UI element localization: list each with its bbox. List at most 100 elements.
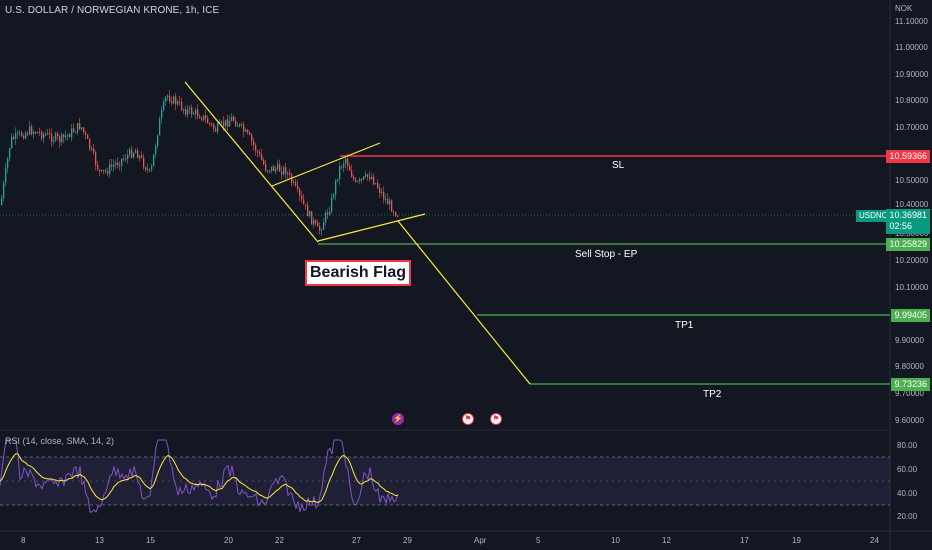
price-label: 11.00000 bbox=[895, 43, 928, 52]
candle-body bbox=[109, 164, 111, 174]
candle-body bbox=[147, 169, 149, 171]
candle-body bbox=[317, 222, 319, 227]
candle-body bbox=[193, 113, 195, 115]
candle-body bbox=[323, 222, 325, 230]
candle-body bbox=[295, 181, 297, 186]
candle-body bbox=[353, 177, 355, 180]
candle-body bbox=[47, 133, 49, 135]
candle-body bbox=[53, 140, 55, 142]
candle-body bbox=[1, 198, 3, 205]
candle-body bbox=[233, 116, 235, 121]
candle-body bbox=[37, 131, 39, 134]
candle-body bbox=[327, 212, 329, 215]
candle-body bbox=[303, 199, 305, 205]
candle-body bbox=[391, 200, 393, 212]
candle-body bbox=[385, 198, 387, 200]
candle-body bbox=[181, 101, 183, 110]
candle-body bbox=[143, 157, 145, 168]
rsi-label: 20.00 bbox=[897, 512, 918, 521]
candle-body bbox=[247, 129, 249, 133]
candle-body bbox=[11, 136, 13, 149]
candle-body bbox=[253, 140, 255, 146]
time-label: 12 bbox=[662, 536, 671, 545]
candle-body bbox=[155, 146, 157, 155]
price-label: 10.50000 bbox=[895, 176, 929, 185]
candle-body bbox=[357, 181, 359, 183]
candle-body bbox=[215, 128, 217, 132]
candle-body bbox=[157, 135, 159, 147]
candle-body bbox=[79, 123, 81, 130]
candle-body bbox=[245, 129, 247, 132]
candle-body bbox=[113, 164, 115, 167]
entry-annotation[interactable]: Sell Stop - EP bbox=[575, 249, 637, 260]
candle-body bbox=[97, 164, 99, 170]
candle-body bbox=[255, 145, 257, 152]
sl-annotation[interactable]: SL bbox=[612, 160, 624, 171]
candle-body bbox=[299, 189, 301, 196]
candle-body bbox=[381, 191, 383, 193]
time-label: 15 bbox=[146, 536, 155, 545]
candle-body bbox=[205, 115, 207, 119]
tp1-annotation[interactable]: TP1 bbox=[675, 320, 693, 331]
tp1-price-tag: 9.99405 bbox=[891, 309, 930, 322]
flag-pole bbox=[184, 81, 319, 243]
candle-body bbox=[371, 176, 373, 180]
time-label: 5 bbox=[536, 536, 541, 545]
rsi-title: RSI (14, close, SMA, 14, 2) bbox=[5, 436, 115, 446]
candle-body bbox=[271, 166, 273, 171]
candle-body bbox=[59, 136, 61, 143]
candle-body bbox=[89, 138, 91, 149]
candle-body bbox=[397, 215, 399, 217]
flash-event-icon[interactable]: ⚡ bbox=[392, 413, 404, 425]
candle-body bbox=[83, 127, 85, 133]
price-label: 10.20000 bbox=[895, 256, 929, 265]
rsi-label: 60.00 bbox=[897, 465, 918, 474]
candle-body bbox=[201, 118, 203, 120]
candle-body bbox=[239, 124, 241, 126]
price-label: 10.70000 bbox=[895, 123, 929, 132]
time-label: 29 bbox=[403, 536, 412, 545]
candle-body bbox=[57, 133, 59, 137]
candle-body bbox=[153, 154, 155, 167]
candle-body bbox=[93, 148, 95, 153]
bearish-flag-label[interactable]: Bearish Flag bbox=[305, 260, 412, 286]
candle-body bbox=[211, 123, 213, 125]
candle-body bbox=[173, 96, 175, 104]
candle-body bbox=[361, 179, 363, 181]
candle-body bbox=[175, 96, 177, 105]
candle-body bbox=[165, 97, 167, 102]
candle-body bbox=[65, 135, 67, 138]
candle-body bbox=[133, 153, 135, 158]
candle-body bbox=[3, 182, 5, 199]
tp2-annotation[interactable]: TP2 bbox=[703, 389, 721, 400]
candle-body bbox=[81, 127, 83, 130]
candle-body bbox=[337, 178, 339, 181]
candle-body bbox=[309, 211, 311, 217]
candle-body bbox=[283, 167, 285, 175]
candle-body bbox=[241, 124, 243, 126]
candle-body bbox=[379, 188, 381, 193]
candle-body bbox=[319, 226, 321, 231]
candle-body bbox=[289, 173, 291, 175]
time-label: 19 bbox=[792, 536, 801, 545]
candle-body bbox=[315, 220, 317, 223]
candle-body bbox=[45, 134, 47, 136]
candle-body bbox=[347, 158, 349, 166]
candle-body bbox=[55, 133, 57, 141]
flag-event-icon[interactable]: ⚑ bbox=[462, 413, 474, 425]
candle-body bbox=[171, 101, 173, 104]
candle-body bbox=[251, 134, 253, 141]
candle-body bbox=[129, 149, 131, 155]
candle-body bbox=[287, 173, 289, 175]
candle-body bbox=[263, 160, 265, 165]
flag-event-icon[interactable]: ⚑ bbox=[490, 413, 502, 425]
candle-body bbox=[31, 126, 33, 135]
candle-body bbox=[325, 212, 327, 223]
candle-body bbox=[9, 148, 11, 159]
chart-canvas[interactable] bbox=[0, 0, 932, 550]
candle-body bbox=[267, 170, 269, 172]
candle-body bbox=[243, 124, 245, 132]
candle-body bbox=[43, 134, 45, 139]
time-label: 13 bbox=[95, 536, 104, 545]
candle-body bbox=[279, 164, 281, 172]
